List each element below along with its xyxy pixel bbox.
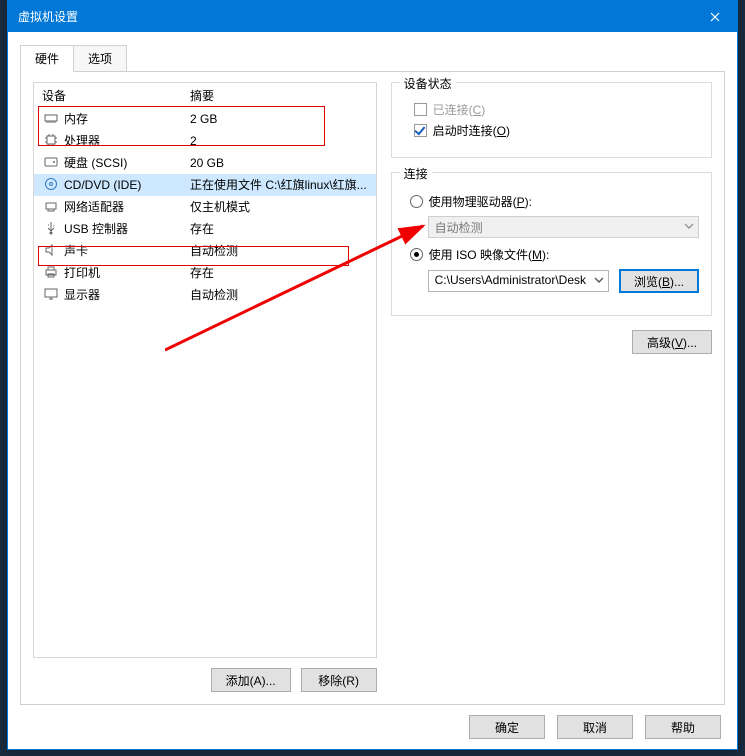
left-column: 设备 摘要 内存 2 GB 处理器 2 硬盘 xyxy=(33,82,377,692)
col-device: 设备 xyxy=(42,87,190,104)
tab-hardware[interactable]: 硬件 xyxy=(20,45,74,72)
physical-drive-combo: 自动检测 xyxy=(428,216,699,238)
iso-path-combo[interactable]: C:\Users\Administrator\Desk xyxy=(428,270,609,292)
dialog-body: 硬件 选项 设备 摘要 内存 2 GB xyxy=(8,32,737,749)
poweron-checkbox-row[interactable]: 启动时连接(O) xyxy=(414,122,699,139)
radio-physical-label: 使用物理驱动器(P): xyxy=(429,193,532,210)
tab-options[interactable]: 选项 xyxy=(73,45,127,72)
device-status-title: 设备状态 xyxy=(400,75,456,92)
device-table[interactable]: 设备 摘要 内存 2 GB 处理器 2 硬盘 xyxy=(33,82,377,658)
device-row-cddvd[interactable]: CD/DVD (IDE) 正在使用文件 C:\红旗linux\红旗... xyxy=(34,174,376,196)
sound-icon xyxy=(42,242,60,260)
right-column: 设备状态 已连接(C) 启动时连接(O) 连接 使用物理驱动器(P): xyxy=(391,82,712,692)
dialog-footer: 确定 取消 帮助 xyxy=(20,705,725,739)
help-button[interactable]: 帮助 xyxy=(645,715,721,739)
connection-group: 连接 使用物理驱动器(P): 自动检测 使用 ISO 映像文件(M): xyxy=(391,172,712,316)
cancel-button[interactable]: 取消 xyxy=(557,715,633,739)
ok-button[interactable]: 确定 xyxy=(469,715,545,739)
add-device-button[interactable]: 添加(A)... xyxy=(211,668,291,692)
chevron-down-icon xyxy=(594,274,604,288)
device-row-display[interactable]: 显示器 自动检测 xyxy=(34,284,376,306)
poweron-checkbox[interactable] xyxy=(414,124,427,137)
vm-settings-window: 虚拟机设置 硬件 选项 设备 摘要 内存 2 GB xyxy=(7,0,738,750)
radio-iso-row[interactable]: 使用 ISO 映像文件(M): xyxy=(410,246,699,263)
cd-icon xyxy=(42,176,60,194)
tab-content: 设备 摘要 内存 2 GB 处理器 2 硬盘 xyxy=(20,71,725,705)
device-row-network[interactable]: 网络适配器 仅主机模式 xyxy=(34,196,376,218)
connected-checkbox-row: 已连接(C) xyxy=(414,101,699,118)
network-icon xyxy=(42,198,60,216)
radio-iso[interactable] xyxy=(410,248,423,261)
connected-checkbox xyxy=(414,103,427,116)
window-title: 虚拟机设置 xyxy=(18,8,692,25)
device-row-cpu[interactable]: 处理器 2 xyxy=(34,130,376,152)
tab-bar: 硬件 选项 xyxy=(20,45,725,72)
remove-device-button[interactable]: 移除(R) xyxy=(301,668,377,692)
connected-label: 已连接(C) xyxy=(433,101,486,118)
cpu-icon xyxy=(42,132,60,150)
device-row-memory[interactable]: 内存 2 GB xyxy=(34,108,376,130)
display-icon xyxy=(42,286,60,304)
memory-icon xyxy=(42,110,60,128)
connection-title: 连接 xyxy=(400,165,432,182)
close-button[interactable] xyxy=(692,1,737,32)
radio-physical[interactable] xyxy=(410,195,423,208)
printer-icon xyxy=(42,264,60,282)
advanced-row: 高级(V)... xyxy=(391,330,712,354)
browse-button[interactable]: 浏览(B)... xyxy=(619,269,699,293)
usb-icon xyxy=(42,220,60,238)
titlebar: 虚拟机设置 xyxy=(8,1,737,32)
radio-iso-label: 使用 ISO 映像文件(M): xyxy=(429,246,550,263)
device-row-sound[interactable]: 声卡 自动检测 xyxy=(34,240,376,262)
device-status-group: 设备状态 已连接(C) 启动时连接(O) xyxy=(391,82,712,158)
col-summary: 摘要 xyxy=(190,87,376,104)
close-icon xyxy=(710,12,720,22)
device-row-usb[interactable]: USB 控制器 存在 xyxy=(34,218,376,240)
poweron-label: 启动时连接(O) xyxy=(433,122,510,139)
device-row-disk[interactable]: 硬盘 (SCSI) 20 GB xyxy=(34,152,376,174)
device-table-header: 设备 摘要 xyxy=(34,85,376,108)
device-row-printer[interactable]: 打印机 存在 xyxy=(34,262,376,284)
advanced-button[interactable]: 高级(V)... xyxy=(632,330,712,354)
device-buttons: 添加(A)... 移除(R) xyxy=(33,668,377,692)
radio-physical-row[interactable]: 使用物理驱动器(P): xyxy=(410,193,699,210)
disk-icon xyxy=(42,154,60,172)
chevron-down-icon xyxy=(684,220,694,234)
